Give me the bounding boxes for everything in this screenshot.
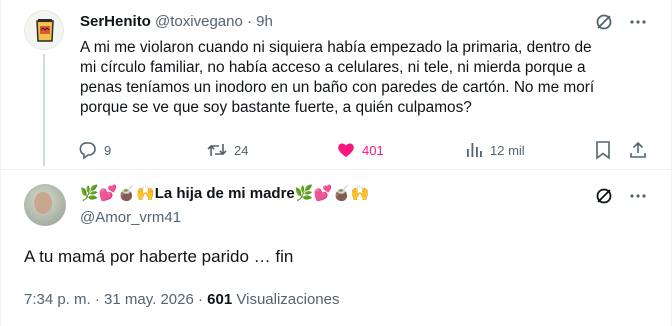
avatar-image <box>25 11 63 49</box>
parent-display-name[interactable]: SerHenito <box>80 13 151 30</box>
avatar-face <box>34 192 52 214</box>
parent-tweet-text: A mi me violaron cuando ni siquiera habí… <box>80 38 652 118</box>
like-button[interactable]: 401 <box>336 139 384 161</box>
more-icon[interactable] <box>628 186 648 211</box>
like-count: 401 <box>362 142 384 158</box>
reply-time[interactable]: 7:34 p. m. <box>24 291 91 308</box>
text-line: A mi me violaron cuando ni siquiera habí… <box>80 39 592 56</box>
parent-header: SerHenito @toxivegano · 9h <box>80 12 273 32</box>
tweet-divider <box>0 169 672 170</box>
more-icon[interactable] <box>628 12 648 37</box>
parent-action-bar: 9 24 401 12 mil <box>78 139 648 161</box>
meta-separator: · <box>198 291 203 308</box>
text-line: mi círculo familiar, no había acceso a c… <box>80 59 586 76</box>
text-line: penas teníamos un inodoro en un baño con… <box>80 79 595 96</box>
repost-icon <box>207 144 227 156</box>
meta-separator: · <box>94 291 100 308</box>
grok-icon[interactable] <box>594 12 614 37</box>
parent-handle[interactable]: @toxivegano <box>155 13 243 30</box>
reply-views-number: 601 <box>207 291 233 308</box>
reply-button[interactable]: 9 <box>78 139 111 161</box>
parent-separator: · <box>246 13 252 30</box>
reply-meta: 7:34 p. m. · 31 may. 2026 · 601 Visualiz… <box>24 290 340 310</box>
views-icon <box>467 143 482 157</box>
reply-views-label: Visualizaciones <box>236 291 340 308</box>
views-count: 12 mil <box>490 142 525 158</box>
reply-avatar[interactable] <box>24 184 66 226</box>
name-core: La hija de mi madre <box>154 185 295 202</box>
parent-avatar[interactable] <box>24 10 64 50</box>
bookmark-button[interactable] <box>594 139 612 161</box>
bookmark-icon <box>596 141 610 160</box>
reply-tweet-text: A tu mamá por haberte parido … fin <box>24 247 294 266</box>
name-emoji-prefix: 🌿💕🧉🙌 <box>80 185 155 202</box>
reply-date[interactable]: 31 may. 2026 <box>104 291 194 308</box>
like-icon <box>338 143 354 157</box>
parent-top-icons <box>594 12 648 37</box>
reply-display-name[interactable]: 🌿💕🧉🙌La hija de mi madre🌿💕🧉🙌 <box>80 184 369 204</box>
share-button[interactable] <box>629 139 647 161</box>
reply-top-icons <box>594 186 648 211</box>
grok-icon[interactable] <box>594 186 614 211</box>
repost-button[interactable]: 24 <box>206 139 248 161</box>
repost-count: 24 <box>234 142 249 158</box>
share-icon <box>630 141 646 158</box>
name-emoji-suffix: 🌿💕🧉🙌 <box>294 185 370 202</box>
reply-icon <box>79 142 96 160</box>
left-border <box>0 0 1 326</box>
parent-time[interactable]: 9h <box>256 13 273 30</box>
reply-count: 9 <box>104 142 112 158</box>
reply-handle[interactable]: @Amor_vrm41 <box>80 208 181 228</box>
views-button[interactable]: 12 mil <box>464 139 525 161</box>
thread-line <box>43 54 45 166</box>
text-line: porque se ve que soy bastante fuerte, a … <box>80 99 472 116</box>
